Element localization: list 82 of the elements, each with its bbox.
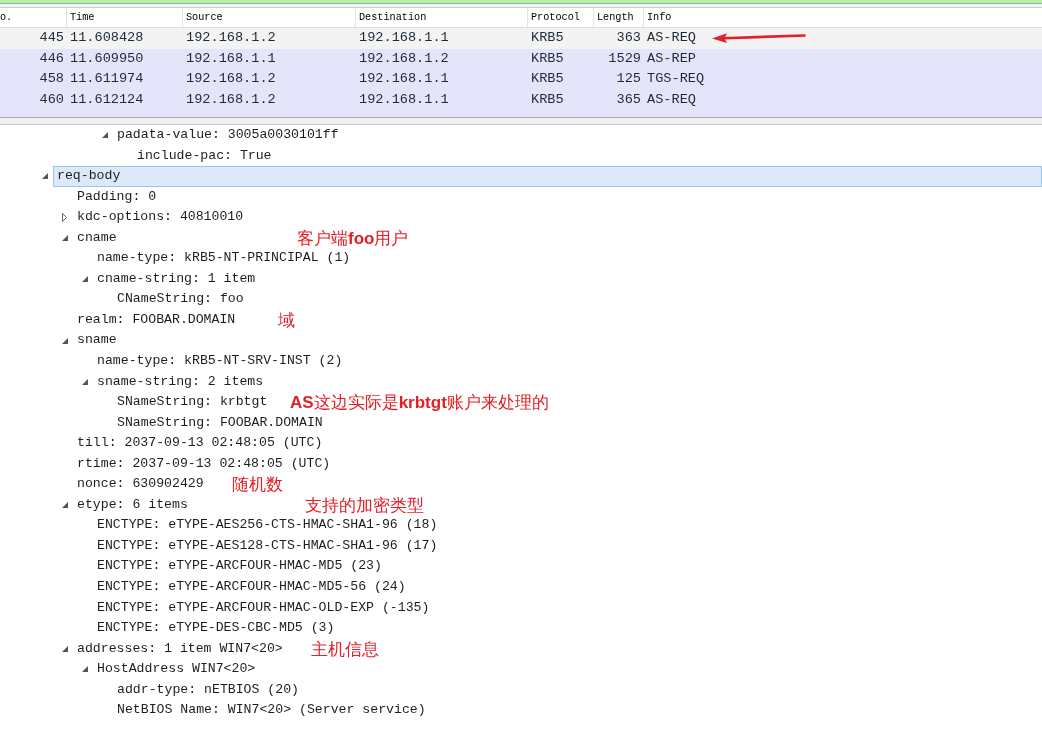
annotation-note: 域	[278, 309, 295, 331]
table-cell-text: 445	[38, 29, 65, 47]
filter-field[interactable]	[0, 0, 1042, 4]
column-header[interactable]: Length	[594, 8, 644, 27]
table-cell-text: 1529	[607, 49, 642, 68]
table-cell-text: AS-REP	[646, 49, 697, 68]
table-cell-text: AS-REQ	[646, 29, 697, 47]
column-header[interactable]: Protocol	[528, 8, 594, 27]
tree-item[interactable]: SNameString: FOOBAR.DOMAIN	[113, 412, 330, 434]
table-cell-text: 192.168.1.2	[185, 29, 277, 47]
annotation-note: 主机信息	[311, 638, 379, 660]
expanded-triangle-icon[interactable]	[62, 235, 68, 241]
tree-item[interactable]: ENCTYPE: eTYPE-AES128-CTS-HMAC-SHA1-96 (17)	[93, 535, 445, 557]
tree-item[interactable]: name-type: kRB5-NT-SRV-INST (2)	[93, 351, 350, 372]
table-cell-text: 365	[615, 90, 642, 109]
tree-item[interactable]: nonce: 630902429	[73, 474, 211, 495]
expanded-triangle-icon[interactable]	[62, 502, 68, 509]
tree-item[interactable]: etype: 6 items	[73, 494, 195, 516]
column-header[interactable]: Time	[67, 8, 183, 27]
collapsed-triangle-icon[interactable]	[62, 212, 67, 222]
expanded-triangle-icon[interactable]	[42, 173, 48, 180]
table-cell-text: 192.168.1.2	[185, 70, 277, 88]
tree-item[interactable]: realm: FOOBAR.DOMAIN	[73, 309, 243, 331]
tree-item[interactable]: CNameString: foo	[113, 289, 251, 310]
tree-item[interactable]: include-pac: True	[133, 145, 279, 167]
table-cell-text: 125	[615, 70, 642, 88]
table-cell-text: 460	[38, 90, 65, 109]
table-cell-text: 458	[38, 70, 65, 88]
tree-item[interactable]: padata-value: 3005a0030101ff	[113, 125, 346, 146]
table-cell-text: 11.609950	[69, 49, 145, 68]
expanded-triangle-icon[interactable]	[82, 378, 88, 385]
table-cell-text: 446	[38, 49, 65, 68]
table-cell-text: 192.168.1.1	[358, 29, 450, 47]
table-cell-text: 192.168.1.1	[185, 49, 277, 68]
column-header[interactable]: o.	[0, 8, 67, 27]
annotation-note: 随机数	[232, 474, 283, 495]
table-cell-text: 11.612124	[69, 90, 145, 109]
tree-item[interactable]: kdc-options: 40810010	[73, 207, 251, 228]
table-cell-text: 11.608428	[69, 29, 145, 47]
packet-row[interactable]: 445 11.608428 192.168.1.2 192.168.1.1 KRB5 363 AS-REQ	[0, 28, 1042, 49]
column-header[interactable]: Destination	[356, 8, 528, 27]
column-header[interactable]: Info	[644, 8, 1042, 27]
tree-item[interactable]: sname-string: 2 items	[93, 371, 271, 393]
tree-item[interactable]: rtime: 2037-09-13 02:48:05 (UTC)	[73, 453, 338, 475]
expanded-triangle-icon[interactable]	[82, 666, 88, 673]
tree-item[interactable]: ENCTYPE: eTYPE-DES-CBC-MD5 (3)	[93, 618, 342, 639]
table-cell-text: 11.611974	[69, 70, 145, 88]
table-cell-text: KRB5	[530, 70, 565, 88]
tree-item[interactable]: sname	[73, 330, 124, 351]
table-cell-text: KRB5	[530, 29, 565, 47]
tree-item[interactable]: SNameString: krbtgt	[113, 392, 275, 413]
tree-item[interactable]: ENCTYPE: eTYPE-AES256-CTS-HMAC-SHA1-96 (18)	[93, 515, 445, 536]
annotation-note: 支持的加密类型	[305, 494, 424, 516]
annotation-note: AS这边实际是krbtgt账户来处理的	[290, 392, 549, 413]
tree-item[interactable]: ENCTYPE: eTYPE-ARCFOUR-HMAC-OLD-EXP (-135)	[93, 597, 437, 619]
table-cell-text: 192.168.1.2	[358, 49, 450, 68]
annotation-note: 客户端foo用户	[297, 227, 409, 249]
table-cell-text: AS-REQ	[646, 90, 697, 109]
table-cell-text: 192.168.1.1	[358, 90, 450, 109]
tree-item[interactable]: HostAddress WIN7<20>	[93, 659, 263, 680]
expanded-triangle-icon[interactable]	[102, 132, 108, 139]
table-cell-text: 192.168.1.2	[185, 90, 277, 109]
expanded-triangle-icon[interactable]	[82, 276, 88, 283]
tree-item[interactable]: cname	[73, 227, 124, 249]
table-cell-text: 192.168.1.1	[358, 70, 450, 88]
tree-item[interactable]: ENCTYPE: eTYPE-ARCFOUR-HMAC-MD5-56 (24)	[93, 577, 413, 598]
expanded-triangle-icon[interactable]	[62, 645, 68, 652]
table-cell-text: KRB5	[530, 90, 565, 109]
column-header[interactable]: Source	[183, 8, 356, 27]
tree-item[interactable]: addresses: 1 item WIN7<20>	[73, 638, 290, 660]
table-cell-text: 363	[615, 29, 642, 47]
tree-item[interactable]: name-type: kRB5-NT-PRINCIPAL (1)	[93, 248, 358, 269]
tree-item[interactable]: cname-string: 1 item	[93, 268, 263, 290]
table-cell-text: KRB5	[530, 49, 565, 68]
tree-item[interactable]: NetBIOS Name: WIN7<20> (Server service)	[113, 700, 433, 721]
tree-item[interactable]: till: 2037-09-13 02:48:05 (UTC)	[73, 433, 330, 454]
table-cell-text: TGS-REQ	[646, 70, 706, 88]
tree-item[interactable]: ENCTYPE: eTYPE-ARCFOUR-HMAC-MD5 (23)	[93, 556, 389, 578]
tree-item[interactable]: Padding: 0	[73, 186, 164, 208]
expanded-triangle-icon[interactable]	[62, 337, 68, 344]
tree-item[interactable]: req-body	[53, 166, 1042, 187]
tree-item[interactable]: addr-type: nETBIOS (20)	[113, 679, 307, 701]
